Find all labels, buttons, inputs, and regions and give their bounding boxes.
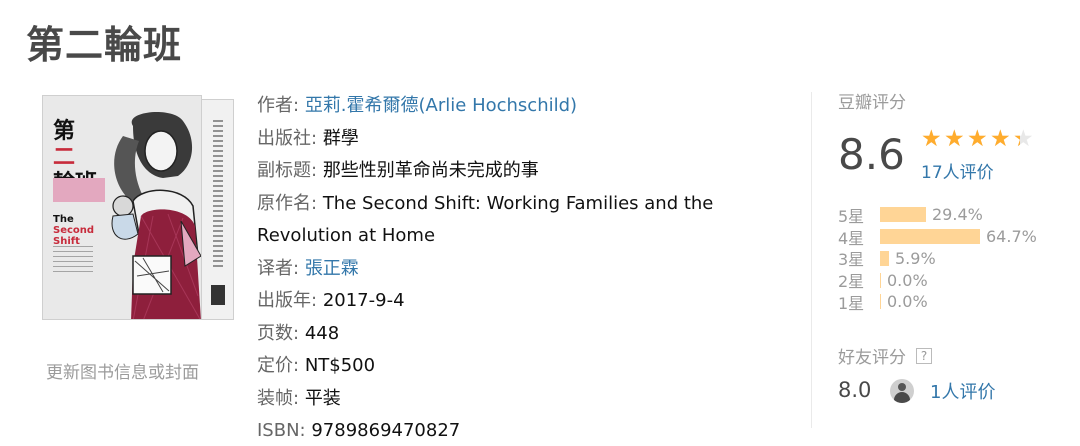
info-label: 译者: <box>257 257 300 279</box>
rating-breakdown-row: 4星 64.7% <box>838 226 1037 248</box>
info-label: 出版年: <box>257 290 318 311</box>
info-row: 装帧: 平装 <box>257 383 713 416</box>
star-icon: ★★ <box>944 126 965 152</box>
spine-text <box>213 120 223 270</box>
cover-english-the: The <box>53 214 74 225</box>
rating-bar <box>880 250 889 266</box>
rating-percent: 0.0% <box>887 292 928 312</box>
rating-bar <box>880 207 926 223</box>
cover-title-char1: 第 <box>53 118 76 144</box>
info-value-link[interactable]: 亞莉.霍希爾德(Arlie Hochschild) <box>305 95 577 116</box>
rating-percent: 5.9% <box>895 248 936 268</box>
rating-panel: 豆瓣评分 8.6 ★★★★★★★★★★ 17人评价 5星29.4%4星64.7%… <box>838 88 1068 403</box>
info-value: NT$500 <box>304 355 376 376</box>
info-value: Revolution at Home <box>257 225 436 246</box>
info-row: 定价: NT$500 <box>257 350 713 383</box>
info-value: 平装 <box>304 387 341 409</box>
info-value: 448 <box>304 322 340 344</box>
info-label: ISBN: <box>257 420 306 441</box>
cover-pink-band <box>53 178 105 202</box>
star-icon: ★★ <box>1013 126 1034 152</box>
rating-percent: 0.0% <box>887 270 928 290</box>
friend-rating-label: 好友评分 <box>838 348 906 368</box>
rating-breakdown-row: 3星 5.9% <box>838 248 1037 270</box>
rating-stars: ★★★★★★★★★★ <box>921 126 1036 152</box>
info-label: 原作名: <box>257 192 318 214</box>
user-avatar-icon[interactable] <box>890 379 914 403</box>
info-row: 页数: 448 <box>257 318 713 351</box>
info-label: 副标题: <box>257 160 318 181</box>
rating-breakdown-row: 5星 29.4% <box>838 204 1037 226</box>
info-row: 译者: 張正霖 <box>257 253 713 286</box>
star-level-label: 2星 <box>838 272 865 292</box>
info-label: 定价: <box>257 355 300 376</box>
rating-score: 8.6 <box>838 130 905 179</box>
cover-small-text <box>53 246 93 276</box>
info-row: ISBN: 9789869470827 <box>257 415 713 446</box>
star-level-label: 4星 <box>838 228 865 248</box>
info-value: 那些性别革命尚未完成的事 <box>322 160 539 181</box>
info-label: 出版社: <box>257 127 318 149</box>
publisher-mark <box>211 285 225 305</box>
info-row: 出版年: 2017-9-4 <box>257 285 713 318</box>
info-value: The Second Shift: Working Families and t… <box>322 192 714 214</box>
rating-bar <box>880 272 881 288</box>
book-cover[interactable]: 第 二 輪班 The Second Shift <box>42 95 237 325</box>
star-icon: ★★ <box>967 126 988 152</box>
info-value: 9789869470827 <box>311 420 461 441</box>
info-label: 作者: <box>257 95 300 116</box>
star-level-label: 5星 <box>838 206 865 226</box>
book-title: 第二輪班 <box>26 23 183 67</box>
douban-rating-label: 豆瓣评分 <box>838 93 906 113</box>
info-value-link[interactable]: 張正霖 <box>305 258 359 279</box>
info-row: 出版社: 群學 <box>257 123 713 156</box>
rating-bar <box>880 229 980 245</box>
cover-illustration <box>111 111 201 319</box>
star-level-label: 3星 <box>838 250 865 270</box>
info-row: 作者: 亞莉.霍希爾德(Arlie Hochschild) <box>257 90 713 123</box>
info-row: 副标题: 那些性别革命尚未完成的事 <box>257 155 713 188</box>
info-label: 页数: <box>257 322 300 344</box>
info-row: Revolution at Home <box>257 220 713 253</box>
cover-spine <box>202 99 234 320</box>
friend-rating-score: 8.0 <box>838 378 872 402</box>
question-mark-icon[interactable]: ? <box>916 347 932 364</box>
info-label: 装帧: <box>257 387 300 409</box>
vertical-divider <box>811 92 812 428</box>
info-row: 原作名: The Second Shift: Working Families … <box>257 188 713 221</box>
star-icon: ★★ <box>921 126 942 152</box>
rating-percent: 64.7% <box>986 227 1037 247</box>
rating-breakdown: 5星 29.4% 4星 64.7% 3星 5.9% 2星 0.0% 1星 0.0% <box>838 204 1037 313</box>
cover-title-char2: 二 <box>53 144 76 170</box>
friend-rating-header: 好友评分 ? <box>838 343 932 368</box>
rating-percent: 29.4% <box>932 205 983 225</box>
star-level-label: 1星 <box>838 293 865 313</box>
rating-votes-link[interactable]: 17人评价 <box>921 158 994 183</box>
info-value: 2017-9-4 <box>322 290 405 311</box>
info-value: 群學 <box>322 127 359 149</box>
star-icon: ★★ <box>990 126 1011 152</box>
rating-breakdown-row: 2星 0.0% <box>838 269 1037 292</box>
cover-front: 第 二 輪班 The Second Shift <box>42 95 202 320</box>
book-info-list: 作者: 亞莉.霍希爾德(Arlie Hochschild) 出版社: 群學 副标题:… <box>257 90 713 446</box>
update-cover-link[interactable]: 更新图书信息或封面 <box>46 358 199 383</box>
rating-bar <box>880 294 881 310</box>
rating-breakdown-row: 1星 0.0% <box>838 291 1037 313</box>
friend-votes-link[interactable]: 1人评价 <box>930 378 995 404</box>
cover-english-second-shift: Second Shift <box>53 225 95 247</box>
